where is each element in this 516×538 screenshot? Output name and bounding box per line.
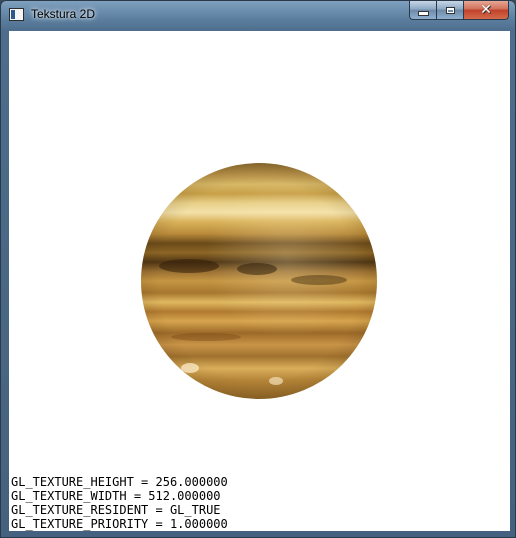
light-spot: [181, 363, 199, 373]
app-window-icon[interactable]: [9, 8, 24, 21]
textured-sphere: [141, 163, 377, 399]
close-button[interactable]: ✕: [463, 1, 509, 20]
dark-band-spot: [171, 333, 241, 341]
dark-band-spot: [237, 263, 277, 275]
dark-band-spot: [159, 259, 219, 273]
minimize-button[interactable]: [409, 1, 436, 20]
maximize-button[interactable]: [436, 1, 463, 20]
dark-band-spot: [291, 275, 347, 285]
window-title: Tekstura 2D: [31, 7, 96, 21]
render-viewport[interactable]: GL_TEXTURE_HEIGHT = 256.000000 GL_TEXTUR…: [9, 31, 510, 531]
caption-buttons: ✕: [409, 1, 509, 21]
app-window: Tekstura 2D ✕ GL_TEXTURE_HEIGHT = 256.00…: [0, 0, 516, 538]
maximize-icon: [445, 6, 455, 14]
minimize-icon: [417, 11, 429, 16]
texture-info-overlay: GL_TEXTURE_HEIGHT = 256.000000 GL_TEXTUR…: [11, 475, 228, 531]
light-spot: [269, 377, 283, 385]
texture-resident-line: GL_TEXTURE_RESIDENT = GL_TRUE: [11, 503, 221, 517]
texture-priority-line: GL_TEXTURE_PRIORITY = 1.000000: [11, 517, 228, 531]
title-bar[interactable]: Tekstura 2D ✕: [1, 1, 515, 29]
texture-height-line: GL_TEXTURE_HEIGHT = 256.000000: [11, 475, 228, 489]
texture-width-line: GL_TEXTURE_WIDTH = 512.000000: [11, 489, 221, 503]
close-icon: ✕: [480, 2, 492, 18]
